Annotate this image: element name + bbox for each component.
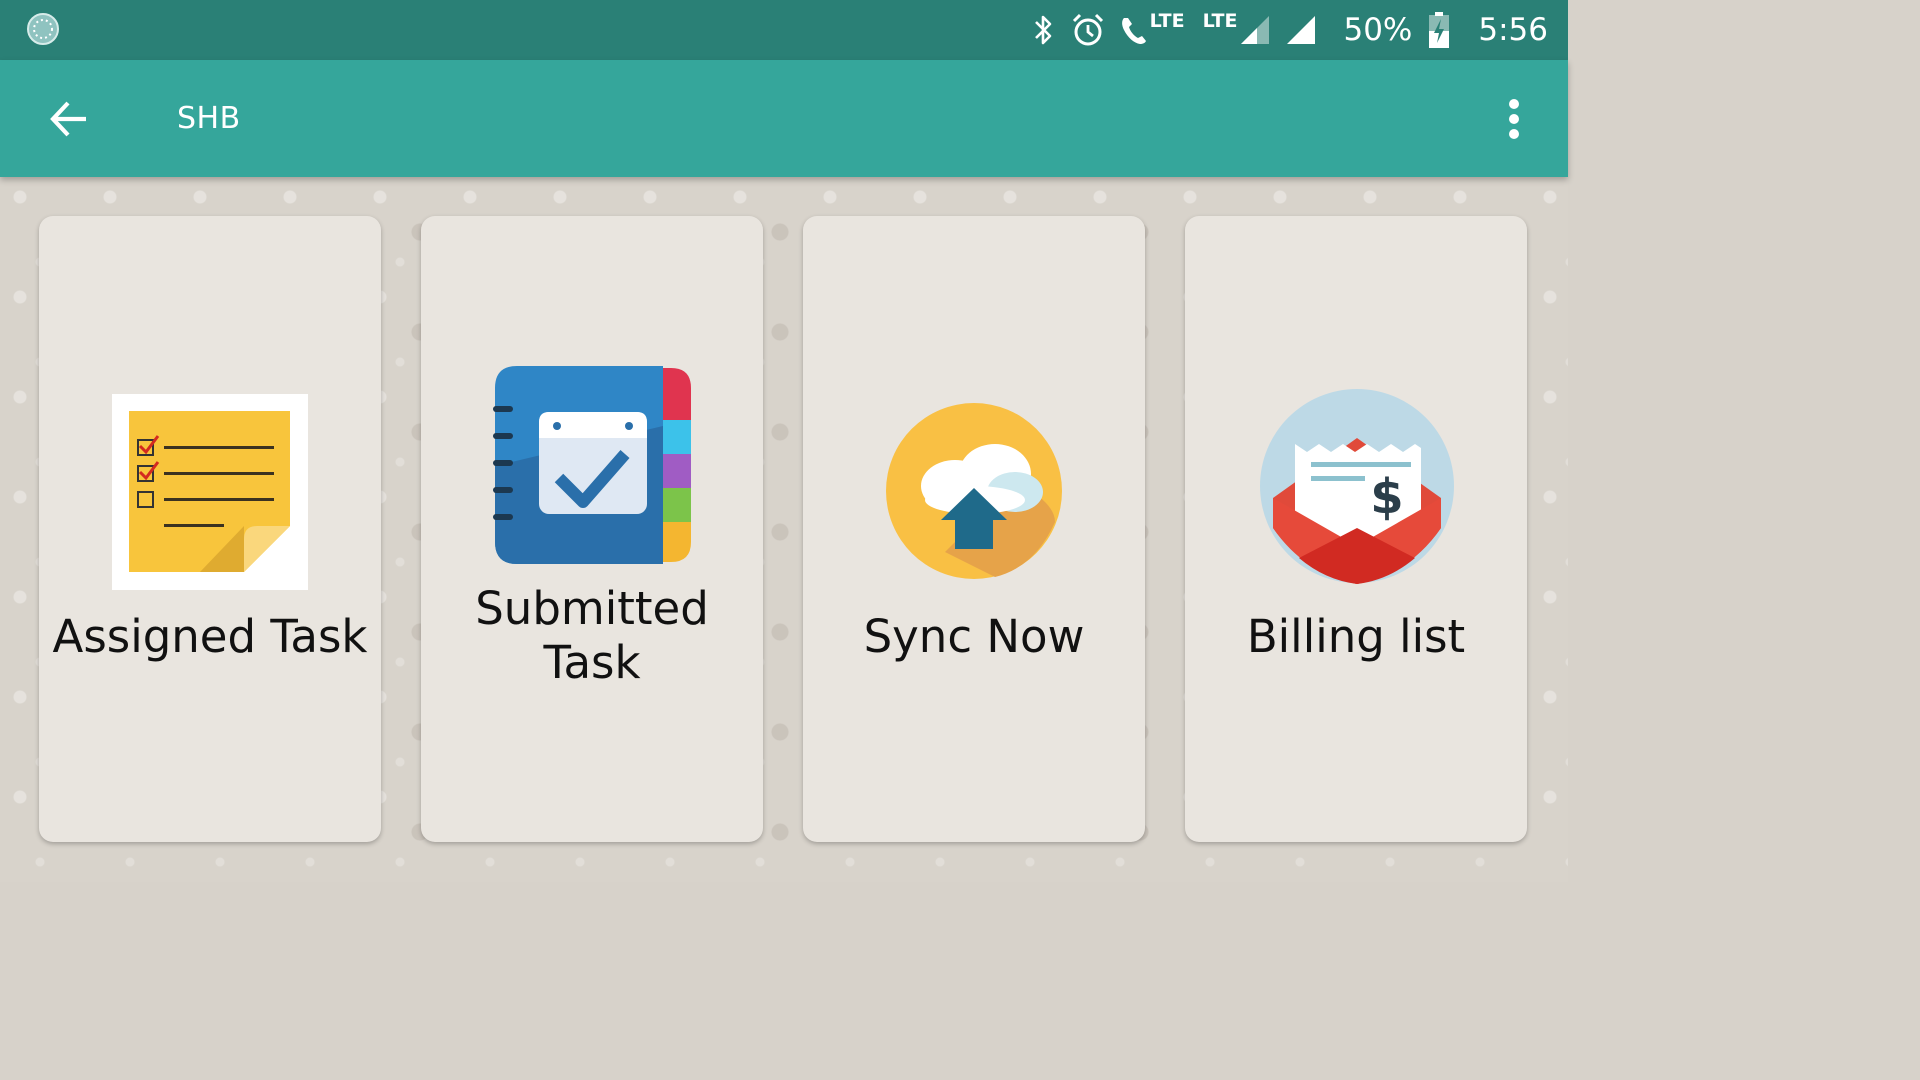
page-title: SHB — [177, 101, 241, 136]
arrow-left-icon — [50, 101, 86, 137]
cell-signal-icon — [1285, 0, 1317, 60]
sync-spinner-icon — [27, 13, 59, 45]
submitted-task-card[interactable]: Submitted Task — [421, 216, 763, 842]
app-bar: SHB — [0, 60, 1568, 177]
sync-now-card[interactable]: Sync Now — [803, 216, 1145, 842]
calendar-notebook-check-icon — [493, 366, 691, 564]
lte-signal-icon: LTE — [1203, 0, 1272, 60]
svg-text:$: $ — [1370, 469, 1403, 525]
battery-percent: 50% — [1343, 12, 1413, 48]
battery-charging-icon — [1428, 0, 1450, 60]
back-button[interactable] — [40, 90, 98, 148]
billing-list-card[interactable]: $ Billing list — [1185, 216, 1527, 842]
more-vert-icon — [1509, 99, 1519, 139]
lte-call-icon: LTE — [1118, 0, 1185, 60]
clock: 5:56 — [1478, 12, 1548, 48]
cloud-upload-icon — [886, 403, 1062, 579]
status-icons: LTE LTE 50% 5:56 — [1032, 0, 1548, 60]
sync-now-label: Sync Now — [863, 610, 1085, 663]
sticky-note-checklist-icon — [112, 394, 308, 590]
submitted-task-label: Submitted Task — [475, 582, 709, 689]
lte-label: LTE — [1202, 10, 1238, 32]
assigned-task-card[interactable]: Assigned Task — [39, 216, 381, 842]
envelope-bill-icon: $ — [1260, 389, 1454, 584]
overflow-menu-button[interactable] — [1490, 90, 1538, 148]
alarm-icon — [1070, 0, 1106, 60]
billing-list-label: Billing list — [1246, 610, 1466, 663]
status-bar: LTE LTE 50% 5:56 — [0, 0, 1568, 60]
assigned-task-label: Assigned Task — [52, 610, 368, 663]
bluetooth-icon — [1032, 0, 1056, 60]
lte-call-label: LTE — [1149, 10, 1185, 32]
